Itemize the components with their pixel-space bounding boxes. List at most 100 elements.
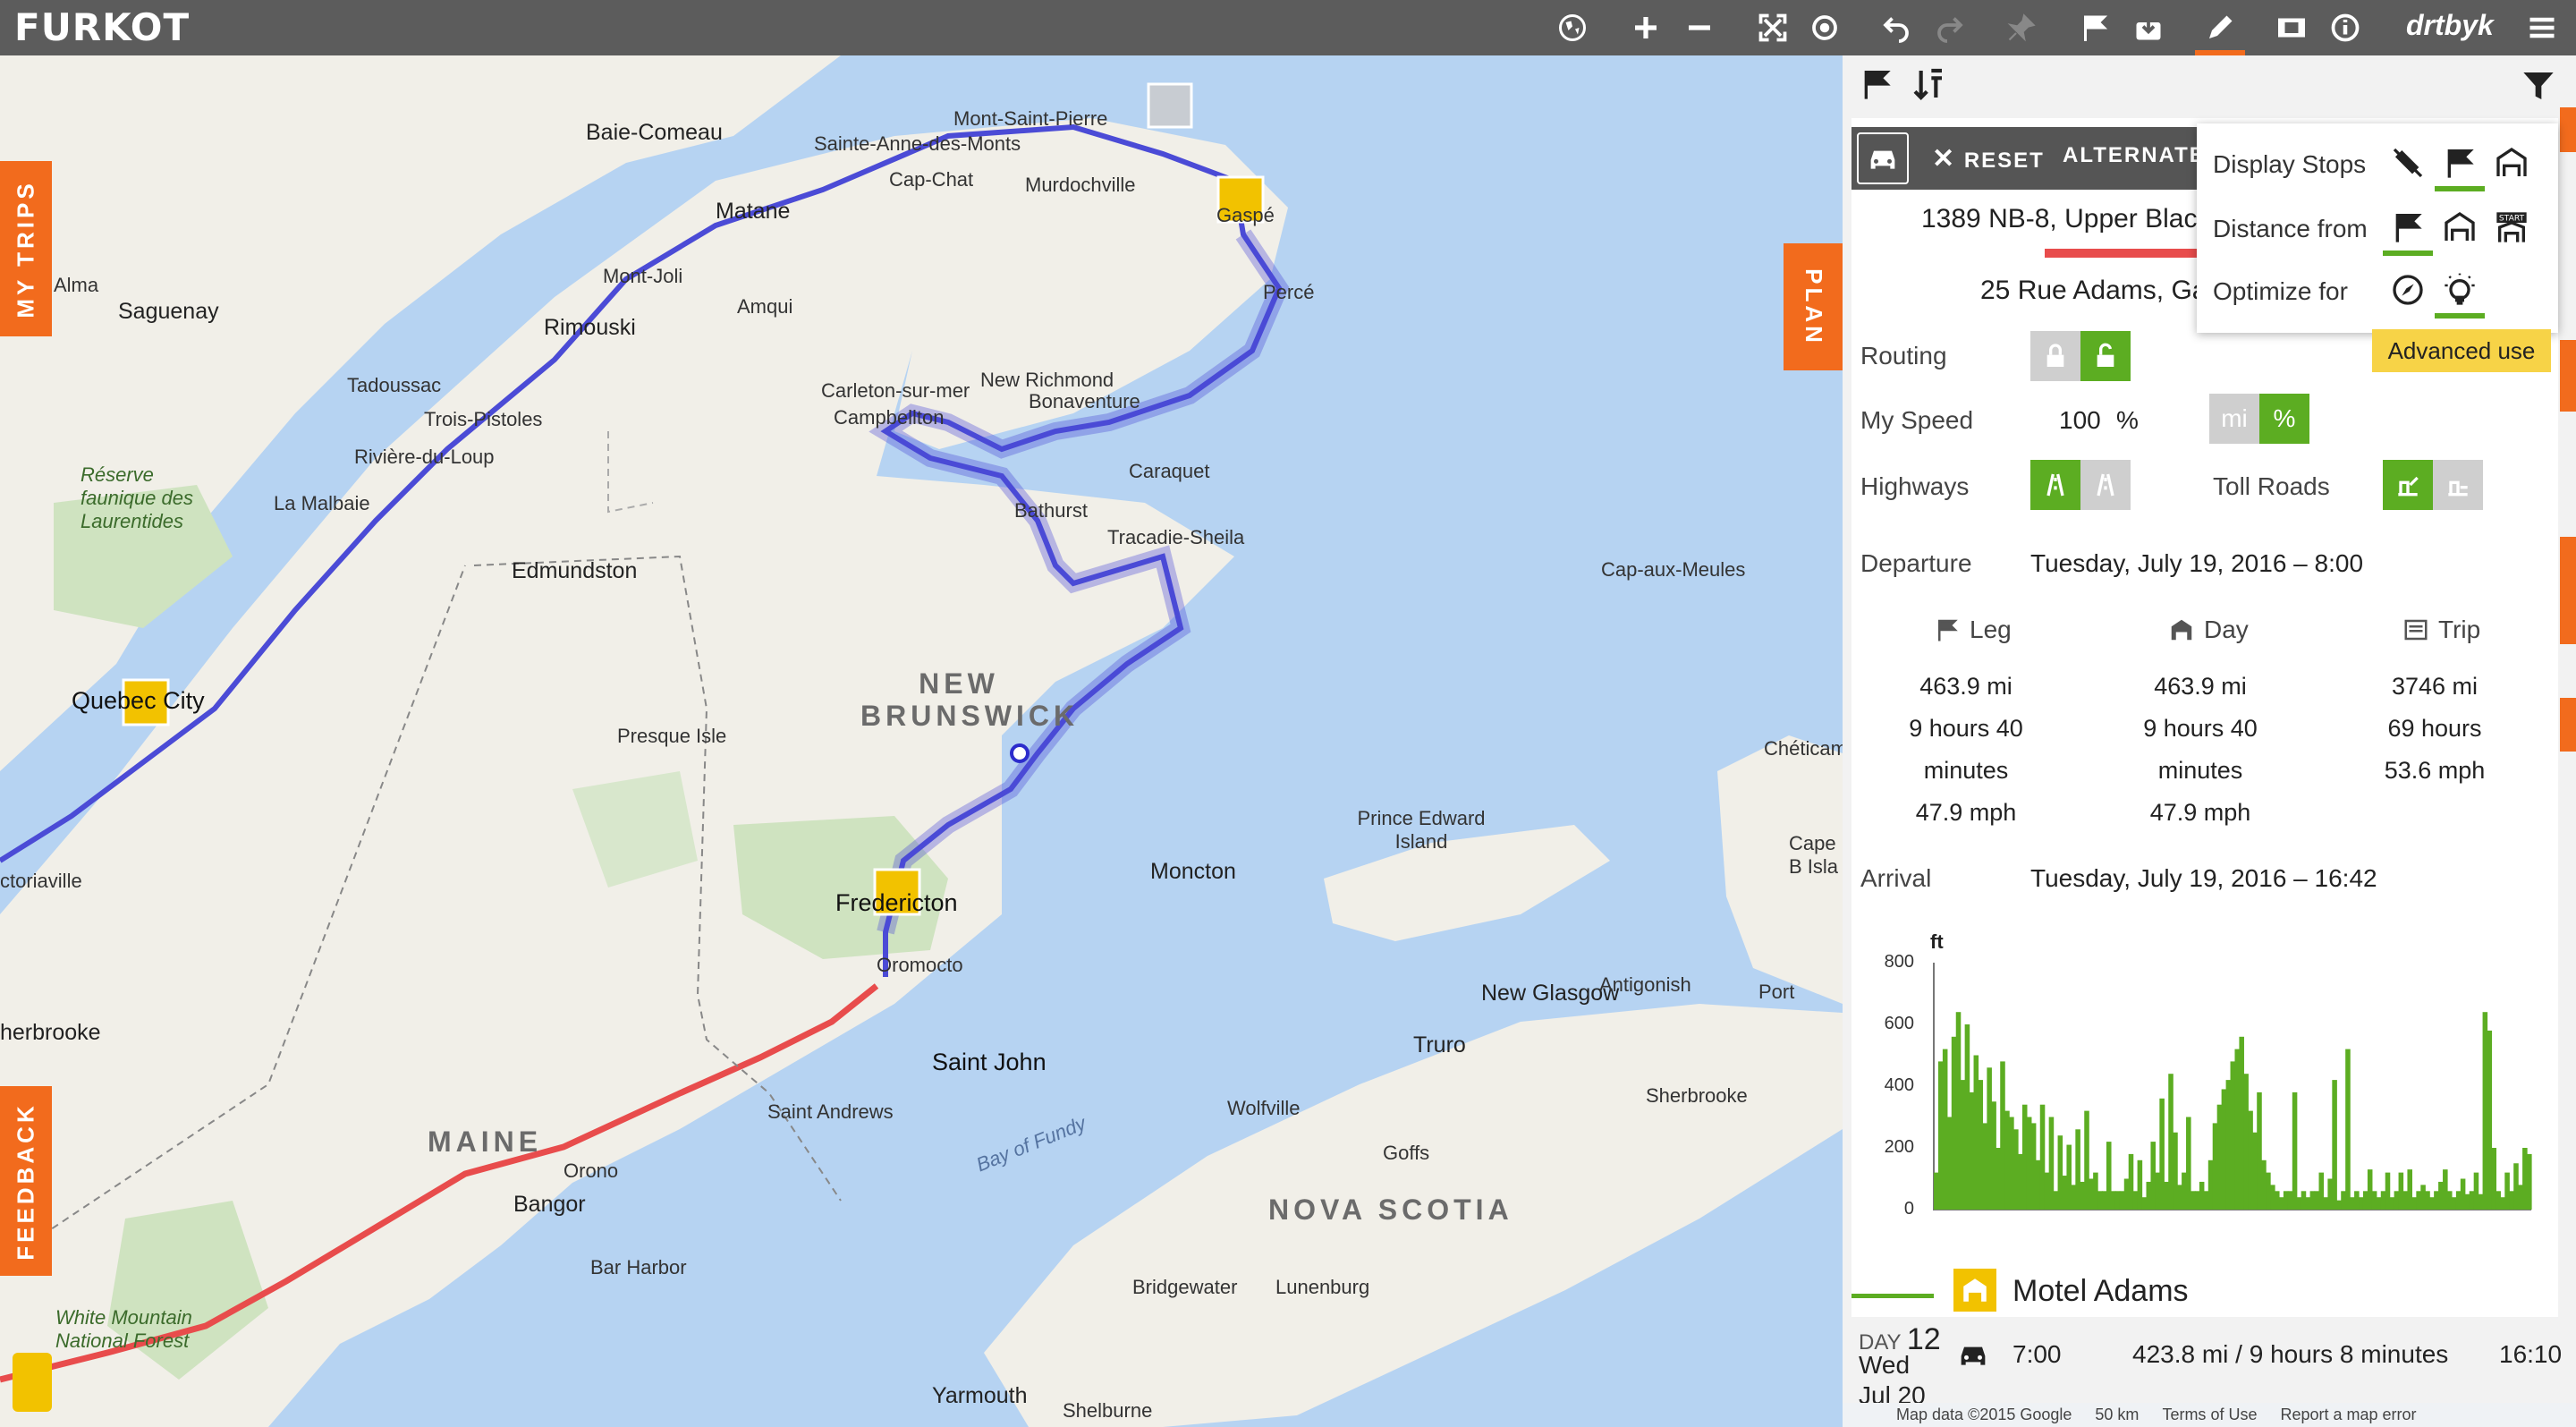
elevation-bar (2518, 1185, 2523, 1210)
plan-tab[interactable]: PLAN (1784, 243, 1843, 370)
map-svg[interactable] (0, 55, 1843, 1427)
speed-value[interactable]: 100 (2059, 406, 2101, 435)
map-label: Saguenay (118, 299, 219, 324)
info-icon[interactable] (2326, 8, 2365, 47)
departure-label: Departure (1860, 549, 1972, 577)
elevation-bar (2044, 1172, 2050, 1210)
download-icon[interactable] (2129, 8, 2168, 47)
zoom-in-icon[interactable] (1626, 8, 1665, 47)
flag-icon[interactable] (2075, 8, 2114, 47)
elevation-bar (1996, 1148, 2001, 1210)
username[interactable]: drtbyk (2406, 9, 2494, 42)
top-bar: FURKOT drtbyk (0, 0, 2576, 55)
elevation-bar (1960, 1080, 1966, 1210)
elevation-bar (1937, 1061, 1944, 1210)
alternate-button[interactable]: ALTERNATE (2063, 143, 2206, 168)
highway-allow-icon[interactable] (2080, 460, 2131, 510)
map-canvas[interactable]: Baie-Comeau Sainte-Anne-des-Monts Mont-S… (0, 55, 1858, 1427)
elevation-bar (2407, 1169, 2412, 1210)
lightbulb-icon[interactable] (2438, 268, 2481, 311)
elevation-bar (2376, 1197, 2382, 1210)
elevation-bar (2164, 1181, 2169, 1210)
elevation-bar (2243, 1074, 2249, 1210)
highway-avoid-icon[interactable] (2030, 460, 2080, 510)
departure-value[interactable]: Tuesday, July 19, 2016 – 8:00 (2030, 549, 2363, 578)
highways-toggle[interactable] (2030, 460, 2131, 510)
toll-avoid-icon[interactable] (2383, 460, 2433, 510)
map-label: Trois-Pistoles (424, 408, 543, 430)
unlock-icon[interactable] (2080, 331, 2131, 381)
distance-flag-icon[interactable] (2386, 206, 2429, 249)
elevation-bar (2389, 1197, 2395, 1210)
my-trips-tab[interactable]: MY TRIPS (0, 161, 52, 336)
stop-depart-time[interactable]: 7:00 (2012, 1340, 2062, 1369)
sort-icon[interactable] (1911, 66, 1950, 106)
elevation-bar (2527, 1153, 2532, 1210)
menu-icon[interactable] (2522, 8, 2562, 47)
elevation-chart[interactable]: ft 0 200 400 600 800 (1859, 922, 2556, 1226)
map-label: Amqui (737, 295, 793, 318)
map-label: Campbellton (834, 406, 945, 429)
routing-toggle[interactable] (2030, 331, 2131, 381)
panel-flag-icon[interactable] (1859, 66, 1898, 106)
redo-icon[interactable] (1930, 8, 1970, 47)
report-error-link[interactable]: Report a map error (2280, 1406, 2416, 1424)
elevation-bar (2182, 1172, 2187, 1210)
distance-hotel-icon[interactable] (2438, 206, 2481, 249)
lock-icon[interactable] (2030, 331, 2080, 381)
speed-unit-toggle[interactable]: mi % (2209, 394, 2309, 444)
street-view-pegman-icon[interactable] (13, 1353, 52, 1412)
elevation-bar (2354, 1191, 2360, 1210)
reset-button[interactable]: ✕ RESET (1932, 143, 2045, 174)
car-icon[interactable] (1857, 132, 1909, 184)
elevation-bar (2371, 1191, 2377, 1210)
elevation-bar (2097, 1191, 2103, 1210)
flag-stops-icon[interactable] (2438, 141, 2481, 184)
feedback-tab[interactable]: FEEDBACK (0, 1086, 52, 1276)
motel-icon[interactable] (1953, 1269, 1996, 1312)
elevation-bar (2026, 1117, 2032, 1210)
leg-speed: 47.9 mph (1915, 799, 2017, 826)
fit-bounds-icon[interactable] (1753, 8, 1792, 47)
elevation-bar (2146, 1181, 2152, 1210)
terms-link[interactable]: Terms of Use (2162, 1406, 2257, 1424)
tolls-toggle[interactable] (2383, 460, 2483, 510)
hide-stops-icon[interactable] (2386, 141, 2429, 184)
map-label: Baie-Comeau (586, 120, 723, 145)
elevation-bar (2460, 1178, 2466, 1210)
elevation-bar (2398, 1172, 2404, 1210)
to-address[interactable]: 25 Rue Adams, Ga (1980, 276, 2207, 306)
zoom-out-icon[interactable] (1680, 8, 1719, 47)
elevation-bar (2455, 1191, 2462, 1210)
furkot-logo[interactable]: FURKOT (14, 5, 190, 49)
elevation-plot[interactable] (1859, 922, 2556, 1226)
locate-icon[interactable] (1805, 8, 1844, 47)
globe-icon[interactable] (1553, 8, 1592, 47)
compass-icon[interactable] (2386, 268, 2429, 311)
toll-allow-icon[interactable] (2433, 460, 2483, 510)
elevation-bar (1955, 1012, 1962, 1210)
trip-stats: 3746 mi 69 hours 53.6 mph (2327, 666, 2542, 792)
map-label: Sherbrooke (1646, 1084, 1748, 1107)
unit-mi-option[interactable]: mi (2209, 394, 2259, 444)
elevation-bar (1951, 1036, 1957, 1210)
filter-icon[interactable] (2521, 68, 2560, 107)
hotel-stops-icon[interactable] (2490, 141, 2533, 184)
from-address[interactable]: 1389 NB-8, Upper Black (1921, 204, 2211, 234)
pencil-icon[interactable] (2200, 8, 2240, 47)
panel-edge-marker (2560, 537, 2576, 644)
map-label: NOVA SCOTIA (1268, 1193, 1513, 1226)
stop-name[interactable]: Motel Adams (2012, 1274, 2189, 1309)
elevation-bar (1991, 1101, 1996, 1210)
map-label: Oromocto (877, 954, 963, 976)
pin-icon[interactable] (2002, 8, 2041, 47)
undo-icon[interactable] (1877, 8, 1916, 47)
stop-arrive-time: 16:10 (2499, 1340, 2563, 1368)
map-label: Bonaventure (1029, 390, 1140, 412)
unit-percent-option[interactable]: % (2259, 394, 2309, 444)
filmstrip-icon[interactable] (2272, 8, 2311, 47)
elevation-bar (2030, 1123, 2037, 1210)
elevation-bar (2203, 1191, 2209, 1210)
elevation-bar (2341, 1191, 2346, 1210)
distance-start-icon[interactable]: START (2490, 206, 2533, 249)
